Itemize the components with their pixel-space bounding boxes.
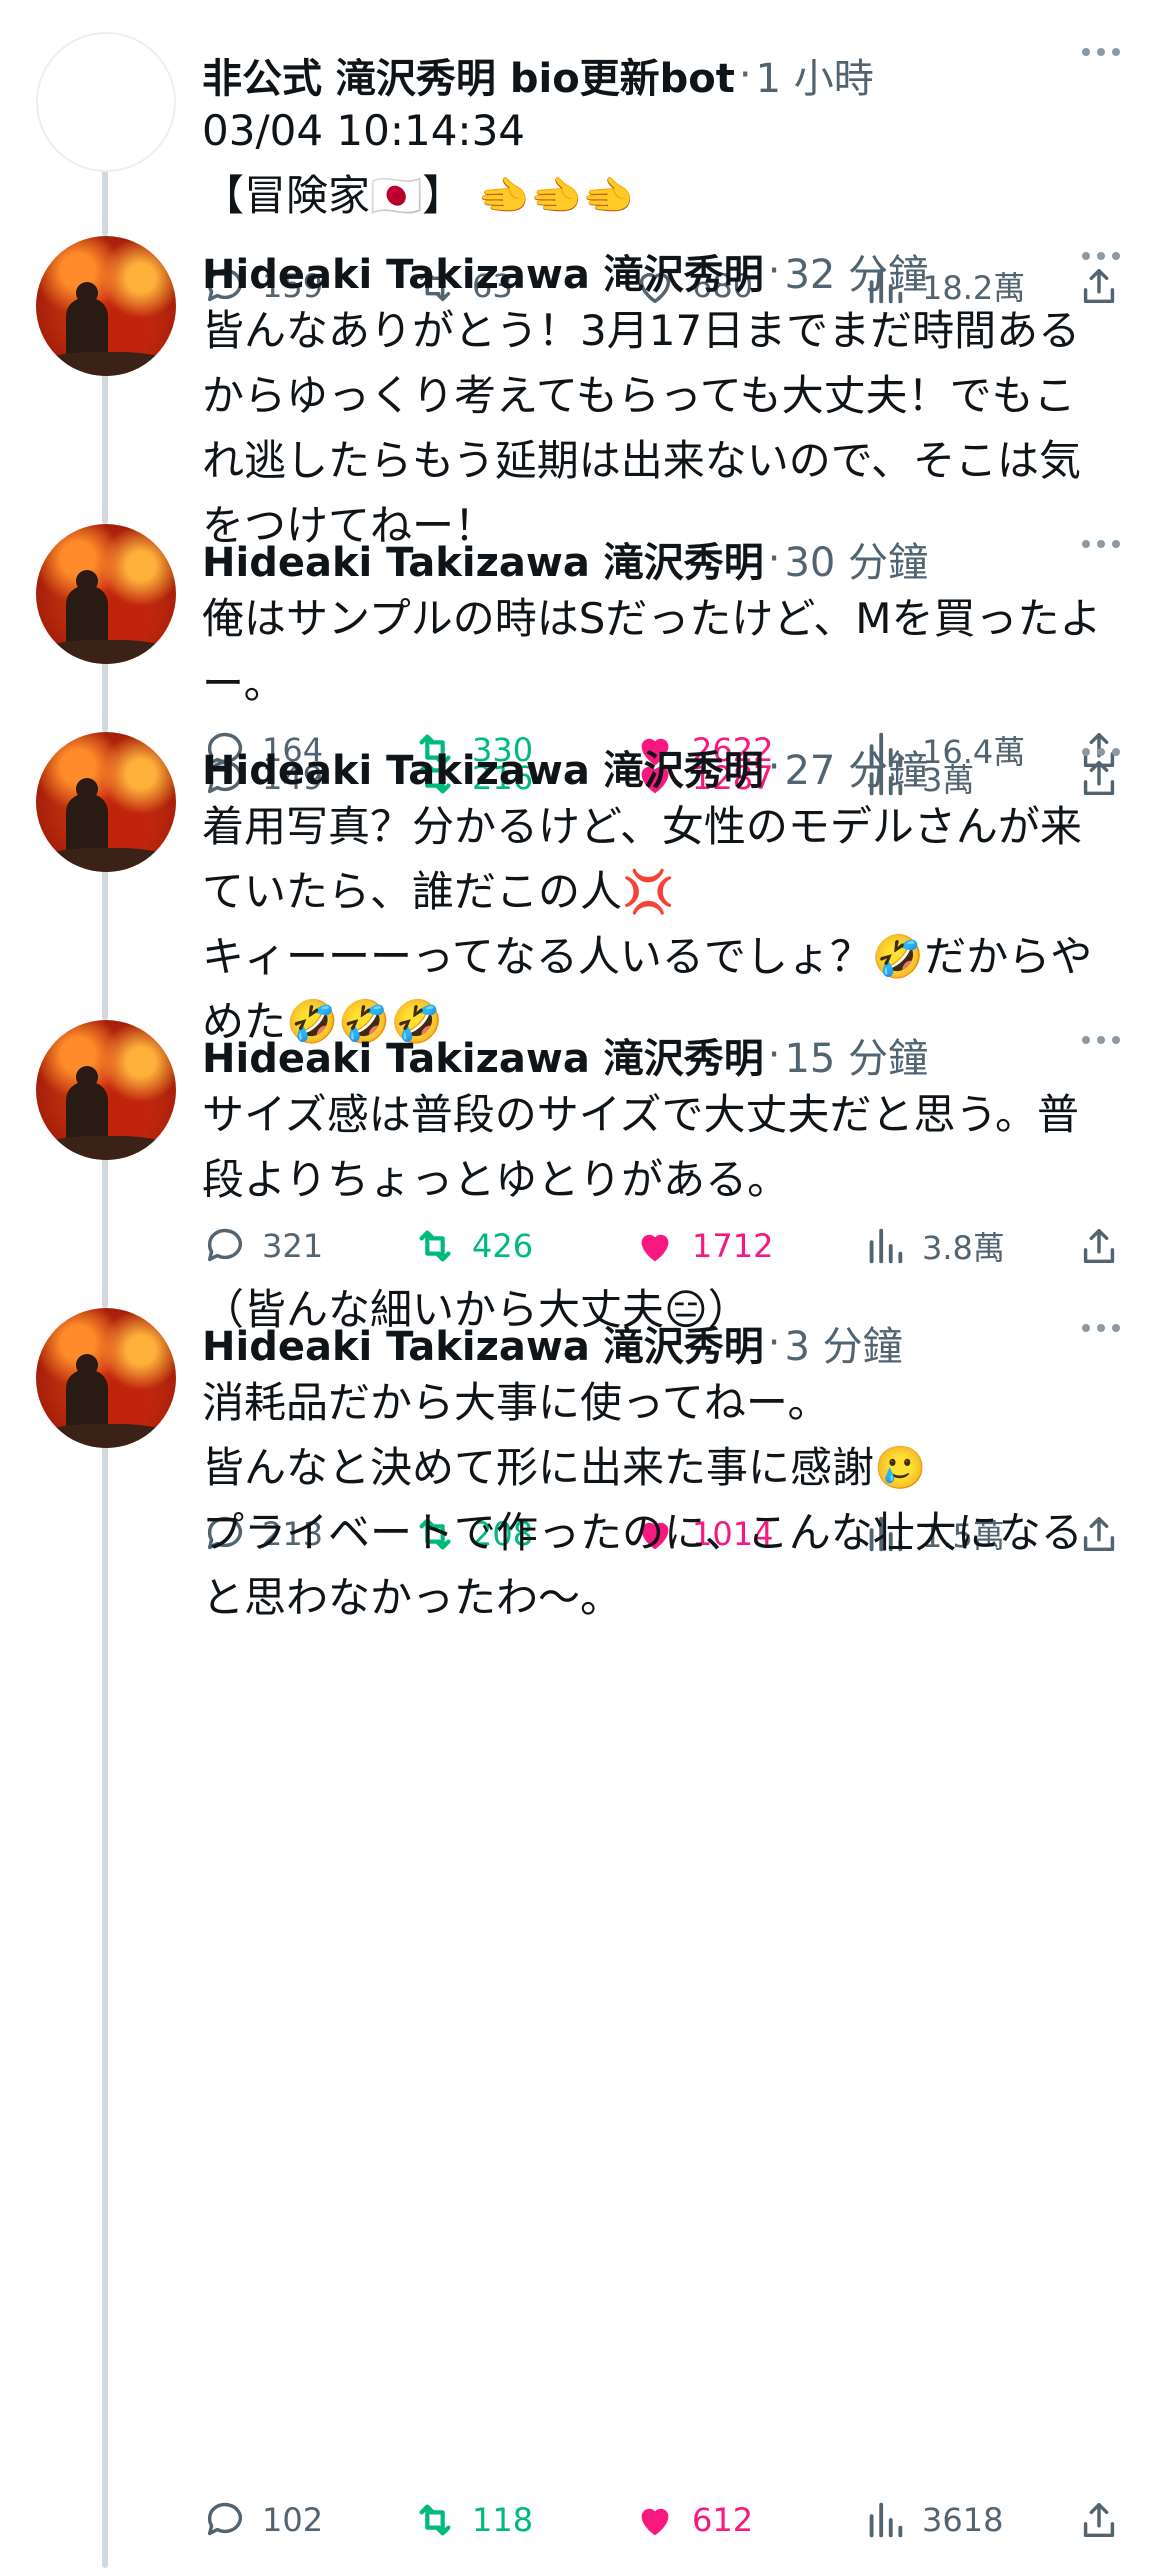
tweet-header: Hideaki Takizawa 滝沢秀明 · 15 分鐘 <box>202 1020 928 1090</box>
like-icon <box>641 2508 669 2536</box>
more-icon[interactable] <box>1082 48 1120 56</box>
tweet-text: 消耗品だから大事に使ってねー。 皆んなと決めて形に出来た事に感謝🥲 プライベート… <box>202 1378 1083 1622</box>
author-name[interactable]: 非公式 滝沢秀明 bio更新bot <box>202 46 735 104</box>
share-icon <box>1083 2502 1115 2538</box>
retweet-icon <box>419 2504 451 2536</box>
tweet-text: 03/04 10:14:34 【冒険家🇯🇵】 🫲🫲🫲 <box>202 106 635 220</box>
tweet-text: 着用写真？分かるけど、女性のモデルさんが来ていたら、誰だこの人💢 キィーーーって… <box>202 802 1093 1046</box>
tweet-header: Hideaki Takizawa 滝沢秀明 · 30 分鐘 <box>202 524 928 594</box>
timestamp[interactable]: 27 分鐘 <box>784 738 928 796</box>
more-icon[interactable] <box>1082 1036 1120 1044</box>
author-name[interactable]: Hideaki Takizawa 滝沢秀明 <box>202 738 764 796</box>
more-icon[interactable] <box>1082 540 1120 548</box>
views-count: 3618 <box>922 2501 1004 2539</box>
share-button[interactable] <box>1076 2490 1122 2550</box>
separator-dot: · <box>767 248 781 294</box>
timestamp[interactable]: 32 分鐘 <box>784 242 928 300</box>
action-bar: 102 118 612 3618 <box>202 2490 1122 2550</box>
views-button[interactable]: 3618 <box>862 2490 1003 2550</box>
retweet-button[interactable]: 118 <box>412 2490 533 2550</box>
more-icon[interactable] <box>1082 252 1120 260</box>
avatar[interactable] <box>36 524 176 664</box>
reply-icon <box>207 2502 243 2536</box>
tweet-header: Hideaki Takizawa 滝沢秀明 · 3 分鐘 <box>202 1308 903 1378</box>
tweet-text: 皆んなありがとう！3月17日までまだ時間あるからゆっくり考えてもらっても大丈夫！… <box>202 306 1082 550</box>
views-icon <box>869 2502 903 2538</box>
avatar[interactable] <box>36 732 176 872</box>
tweet-text: 俺はサンプルの時はSだったけど、Mを買ったよー。 <box>202 594 1102 708</box>
timestamp[interactable]: 30 分鐘 <box>784 530 928 588</box>
like-button[interactable]: 612 <box>632 2490 753 2550</box>
tweet-text: サイズ感は普段のサイズで大丈夫だと思う。普段よりちょっとゆとりがある。 （皆んな… <box>202 1090 1079 1334</box>
author-name[interactable]: Hideaki Takizawa 滝沢秀明 <box>202 242 764 300</box>
like-count: 612 <box>692 2501 754 2539</box>
thread-line <box>102 1410 108 2568</box>
separator-dot: · <box>738 52 752 98</box>
author-name[interactable]: Hideaki Takizawa 滝沢秀明 <box>202 530 764 588</box>
more-icon[interactable] <box>1082 1324 1120 1332</box>
author-name[interactable]: Hideaki Takizawa 滝沢秀明 <box>202 1026 764 1084</box>
avatar[interactable] <box>36 32 176 172</box>
separator-dot: · <box>767 536 781 582</box>
reply-button[interactable]: 102 <box>202 2490 323 2550</box>
avatar[interactable] <box>36 236 176 376</box>
reply-count: 102 <box>262 2501 324 2539</box>
tweet-header: Hideaki Takizawa 滝沢秀明 · 32 分鐘 <box>202 236 928 306</box>
timestamp[interactable]: 1 小時 <box>756 46 874 104</box>
retweet-count: 118 <box>472 2501 534 2539</box>
author-name[interactable]: Hideaki Takizawa 滝沢秀明 <box>202 1314 764 1372</box>
more-icon[interactable] <box>1082 748 1120 756</box>
timestamp[interactable]: 3 分鐘 <box>784 1314 902 1372</box>
separator-dot: · <box>767 1320 781 1366</box>
tweet[interactable]: 非公式 滝沢秀明 bio更新bot · 1 小時 03/04 10:14:34 … <box>0 32 1170 307</box>
avatar[interactable] <box>36 1308 176 1448</box>
tweet-header: Hideaki Takizawa 滝沢秀明 · 27 分鐘 <box>202 732 928 802</box>
avatar[interactable] <box>36 1020 176 1160</box>
separator-dot: · <box>767 744 781 790</box>
separator-dot: · <box>767 1032 781 1078</box>
timestamp[interactable]: 15 分鐘 <box>784 1026 928 1084</box>
